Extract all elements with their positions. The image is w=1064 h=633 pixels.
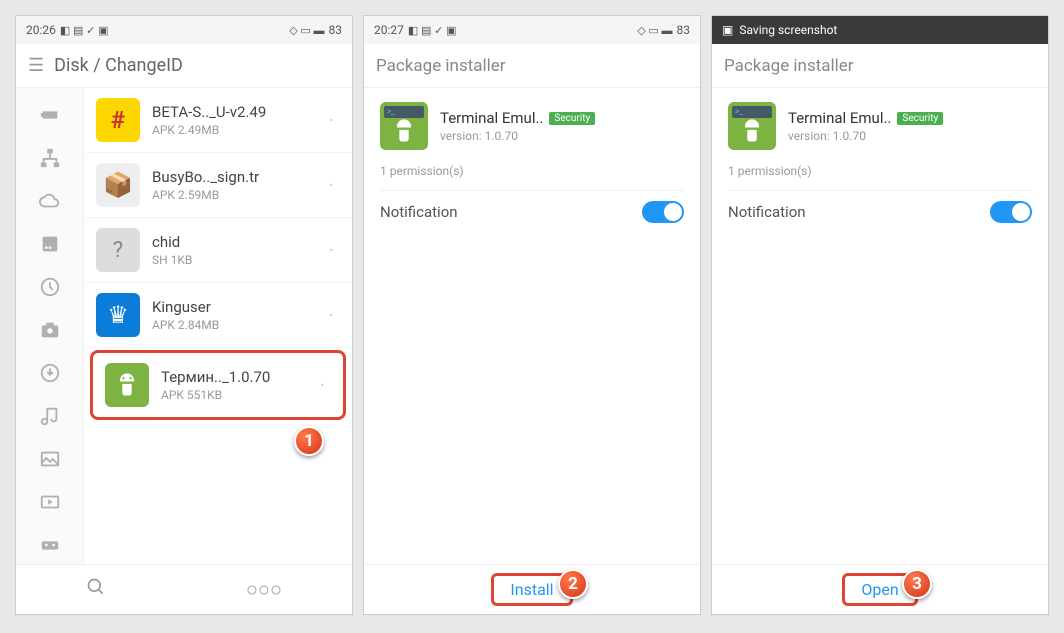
saving-notification: ▣ Saving screenshot (712, 16, 1048, 44)
installer-title: Package installer (712, 44, 1048, 88)
sidebar-recent-icon[interactable] (26, 268, 74, 307)
file-item[interactable]: 📦 BusyBo.._sign.trAPK 2.59MB · (84, 153, 352, 218)
permission-label: Notification (380, 203, 458, 221)
file-item[interactable]: # BETA-S.._U-v2.49APK 2.49MB · (84, 88, 352, 153)
file-item[interactable]: ? chidSH 1KB · (84, 218, 352, 283)
phone-pane-2: 20:27 ◧ ▤ ✓ ▣ ◇ ▭ ▬ 83 Package installer… (363, 15, 701, 615)
file-icon-kinguser: ♛ (96, 293, 140, 337)
footer: Install (364, 564, 700, 614)
app-header: >_ Terminal Emul.. Security version: 1.0… (380, 102, 684, 150)
permission-row: Notification (728, 190, 1032, 233)
sidebar-music-icon[interactable] (26, 396, 74, 435)
security-badge: Security (897, 112, 943, 125)
saving-text: Saving screenshot (739, 23, 837, 37)
phone-pane-1: 20:26 ◧ ▤ ✓ ▣ ◇ ▭ ▬ 83 ☰ Disk / ChangeID (15, 15, 353, 615)
status-icons-left: ◧ ▤ ✓ ▣ (60, 24, 109, 37)
file-icon-unknown: ? (96, 228, 140, 272)
status-time: 20:26 (26, 23, 56, 37)
sidebar-storage-icon[interactable] (26, 225, 74, 264)
permission-label: Notification (728, 203, 806, 221)
app-name: Terminal Emul.. (788, 109, 891, 127)
file-list: # BETA-S.._U-v2.49APK 2.49MB · 📦 BusyBo.… (84, 88, 352, 564)
app-header: >_ Terminal Emul.. Security version: 1.0… (728, 102, 1032, 150)
wifi-icon: ◇ ▭ ▬ (289, 24, 324, 37)
sidebar (16, 88, 84, 564)
step-badge-3: 3 (902, 569, 932, 599)
file-menu-icon[interactable]: · (323, 173, 340, 197)
sidebar-download-icon[interactable] (26, 353, 74, 392)
status-icons-left: ◧ ▤ ✓ ▣ (408, 24, 457, 37)
status-time: 20:27 (374, 23, 404, 37)
security-badge: Security (549, 112, 595, 125)
statusbar: 20:26 ◧ ▤ ✓ ▣ ◇ ▭ ▬ 83 (16, 16, 352, 44)
sidebar-picture-icon[interactable] (26, 439, 74, 478)
bottom-toolbar: ○○○ (16, 564, 352, 614)
search-button[interactable] (46, 567, 146, 612)
file-menu-icon[interactable]: · (323, 303, 340, 327)
more-button[interactable]: ○○○ (206, 567, 322, 612)
picture-icon: ▣ (722, 23, 733, 37)
sidebar-network-icon[interactable] (26, 139, 74, 178)
file-icon-terminal (105, 363, 149, 407)
breadcrumb-bar: ☰ Disk / ChangeID (16, 44, 352, 88)
file-menu-icon[interactable]: · (323, 238, 340, 262)
wifi-icon: ◇ ▭ ▬ (637, 24, 672, 37)
sidebar-cloud-icon[interactable] (26, 182, 74, 221)
file-menu-icon[interactable]: · (323, 108, 340, 132)
footer: Open (712, 564, 1048, 614)
permission-row: Notification (380, 190, 684, 233)
permission-toggle[interactable] (642, 201, 684, 223)
app-icon: >_ (728, 102, 776, 150)
file-item[interactable]: ♛ KinguserAPK 2.84MB · (84, 283, 352, 348)
file-item-selected[interactable]: Термин.._1.0.70APK 551KB · (90, 350, 346, 420)
file-menu-icon[interactable]: · (314, 373, 331, 397)
sidebar-video-icon[interactable] (26, 482, 74, 521)
file-icon-busybox: 📦 (96, 163, 140, 207)
sidebar-usb-icon[interactable] (26, 96, 74, 135)
permission-count: 1 permission(s) (728, 164, 1032, 178)
sidebar-vr-icon[interactable] (26, 525, 74, 564)
app-icon: >_ (380, 102, 428, 150)
phone-pane-3: ▣ Saving screenshot Package installer >_… (711, 15, 1049, 615)
statusbar: 20:27 ◧ ▤ ✓ ▣ ◇ ▭ ▬ 83 (364, 16, 700, 44)
battery-pct: 83 (329, 23, 343, 37)
app-version: version: 1.0.70 (788, 129, 1032, 143)
app-version: version: 1.0.70 (440, 129, 684, 143)
hamburger-icon[interactable]: ☰ (28, 55, 44, 76)
battery-pct: 83 (677, 23, 691, 37)
sidebar-camera-icon[interactable] (26, 311, 74, 350)
installer-title: Package installer (364, 44, 700, 88)
breadcrumb: Disk / ChangeID (54, 55, 183, 76)
step-badge-2: 2 (558, 569, 588, 599)
permission-toggle[interactable] (990, 201, 1032, 223)
permission-count: 1 permission(s) (380, 164, 684, 178)
app-name: Terminal Emul.. (440, 109, 543, 127)
file-icon-supersu: # (96, 98, 140, 142)
step-badge-1: 1 (294, 426, 324, 456)
